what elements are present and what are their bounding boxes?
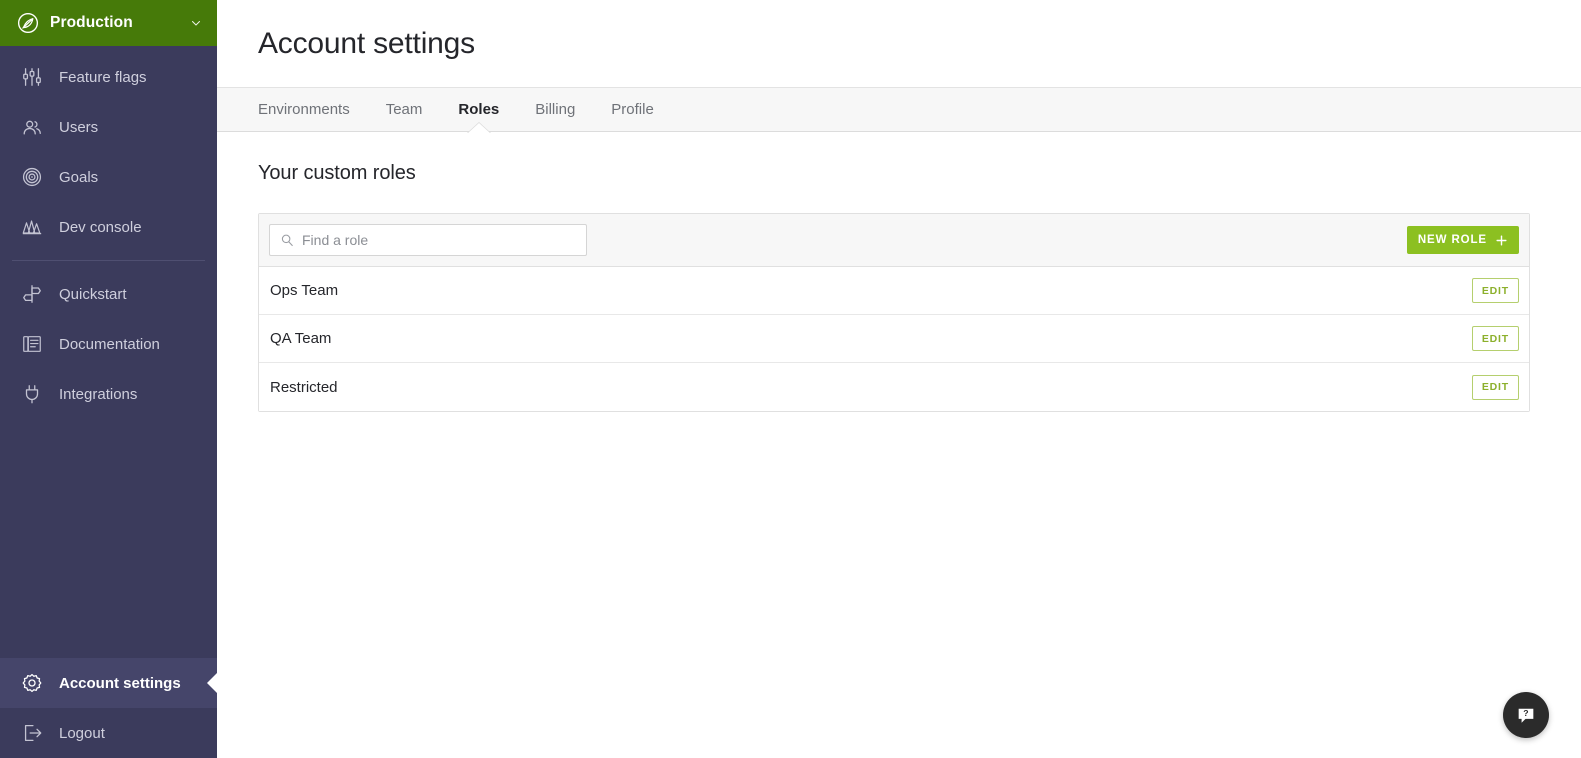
target-icon xyxy=(22,167,42,187)
new-role-button-label: NEW ROLE xyxy=(1417,234,1487,246)
sliders-icon xyxy=(23,68,41,86)
waveform-icon xyxy=(22,220,42,235)
sidebar-item-goals[interactable]: Goals xyxy=(0,152,217,202)
sidebar-item-label: Goals xyxy=(59,168,99,186)
sidebar-item-logout[interactable]: Logout xyxy=(0,708,217,758)
main-content: Account settings Environments Team Roles… xyxy=(217,0,1581,758)
roles-toolbar: NEW ROLE xyxy=(259,214,1529,267)
page-title: Account settings xyxy=(258,26,475,60)
question-bubble-icon: ? xyxy=(1518,708,1534,723)
roles-card: NEW ROLE Ops Team EDIT QA Team xyxy=(258,213,1530,412)
app-root: Production Feature flags Users Goals Dev… xyxy=(0,0,1581,758)
edit-role-button[interactable]: EDIT xyxy=(1471,374,1519,400)
edit-role-button[interactable]: EDIT xyxy=(1471,326,1519,351)
gear-icon xyxy=(22,673,42,693)
sidebar-item-label: Feature flags xyxy=(59,68,147,86)
signpost-icon xyxy=(23,285,41,303)
sidebar-bottom-nav: Account settings Logout xyxy=(0,658,217,758)
sidebar-item-quickstart[interactable]: Quickstart xyxy=(0,269,217,319)
book-icon xyxy=(23,336,41,352)
sidebar-item-label: Account settings xyxy=(59,674,181,692)
table-row[interactable]: Restricted EDIT xyxy=(259,363,1529,411)
sidebar: Production Feature flags Users Goals Dev… xyxy=(0,0,217,758)
leaf-logo-icon xyxy=(17,12,39,34)
role-name: QA Team xyxy=(270,330,332,347)
sidebar-item-label: Documentation xyxy=(59,335,160,353)
page-header: Account settings xyxy=(217,0,1581,87)
sidebar-item-users[interactable]: Users xyxy=(0,102,217,152)
role-name: Ops Team xyxy=(270,282,339,299)
sidebar-item-label: Logout xyxy=(59,724,105,742)
sidebar-item-label: Dev console xyxy=(59,218,142,236)
tab-roles[interactable]: Roles xyxy=(440,87,517,132)
sidebar-item-feature-flags[interactable]: Feature flags xyxy=(0,52,217,102)
sidebar-item-label: Integrations xyxy=(59,385,138,403)
sidebar-item-label: Users xyxy=(59,118,99,136)
sidebar-item-label: Quickstart xyxy=(59,285,127,303)
table-row[interactable]: Ops Team EDIT xyxy=(259,267,1529,315)
svg-text:?: ? xyxy=(1523,708,1528,718)
role-name: Restricted xyxy=(270,378,338,396)
new-role-button[interactable]: NEW ROLE xyxy=(1406,226,1519,254)
chevron-down-icon xyxy=(191,21,201,26)
sidebar-item-dev-console[interactable]: Dev console xyxy=(0,202,217,252)
environment-name: Production xyxy=(50,14,133,31)
sidebar-item-documentation[interactable]: Documentation xyxy=(0,319,217,369)
tab-profile[interactable]: Profile xyxy=(593,87,672,132)
plus-icon xyxy=(1496,234,1507,246)
environment-switcher[interactable]: Production xyxy=(0,0,217,46)
logout-icon xyxy=(24,725,42,741)
sidebar-primary-nav: Feature flags Users Goals Dev console Qu… xyxy=(0,46,217,419)
roles-panel: Your custom roles NEW ROLE xyxy=(217,132,1581,412)
sidebar-item-integrations[interactable]: Integrations xyxy=(0,369,217,419)
section-title: Your custom roles xyxy=(258,162,416,184)
search-input[interactable] xyxy=(269,224,587,256)
help-button[interactable]: ? xyxy=(1503,692,1549,738)
sidebar-divider xyxy=(12,260,205,261)
users-icon xyxy=(23,120,41,135)
table-row[interactable]: QA Team EDIT xyxy=(259,315,1529,363)
edit-role-button[interactable]: EDIT xyxy=(1471,278,1519,303)
tab-environments[interactable]: Environments xyxy=(258,87,368,132)
search-field-wrapper xyxy=(269,224,587,256)
tab-team[interactable]: Team xyxy=(368,87,441,132)
tab-billing[interactable]: Billing xyxy=(517,87,593,132)
plug-icon xyxy=(25,385,39,404)
settings-tabbar: Environments Team Roles Billing Profile xyxy=(217,87,1581,132)
sidebar-item-account-settings[interactable]: Account settings xyxy=(0,658,217,708)
